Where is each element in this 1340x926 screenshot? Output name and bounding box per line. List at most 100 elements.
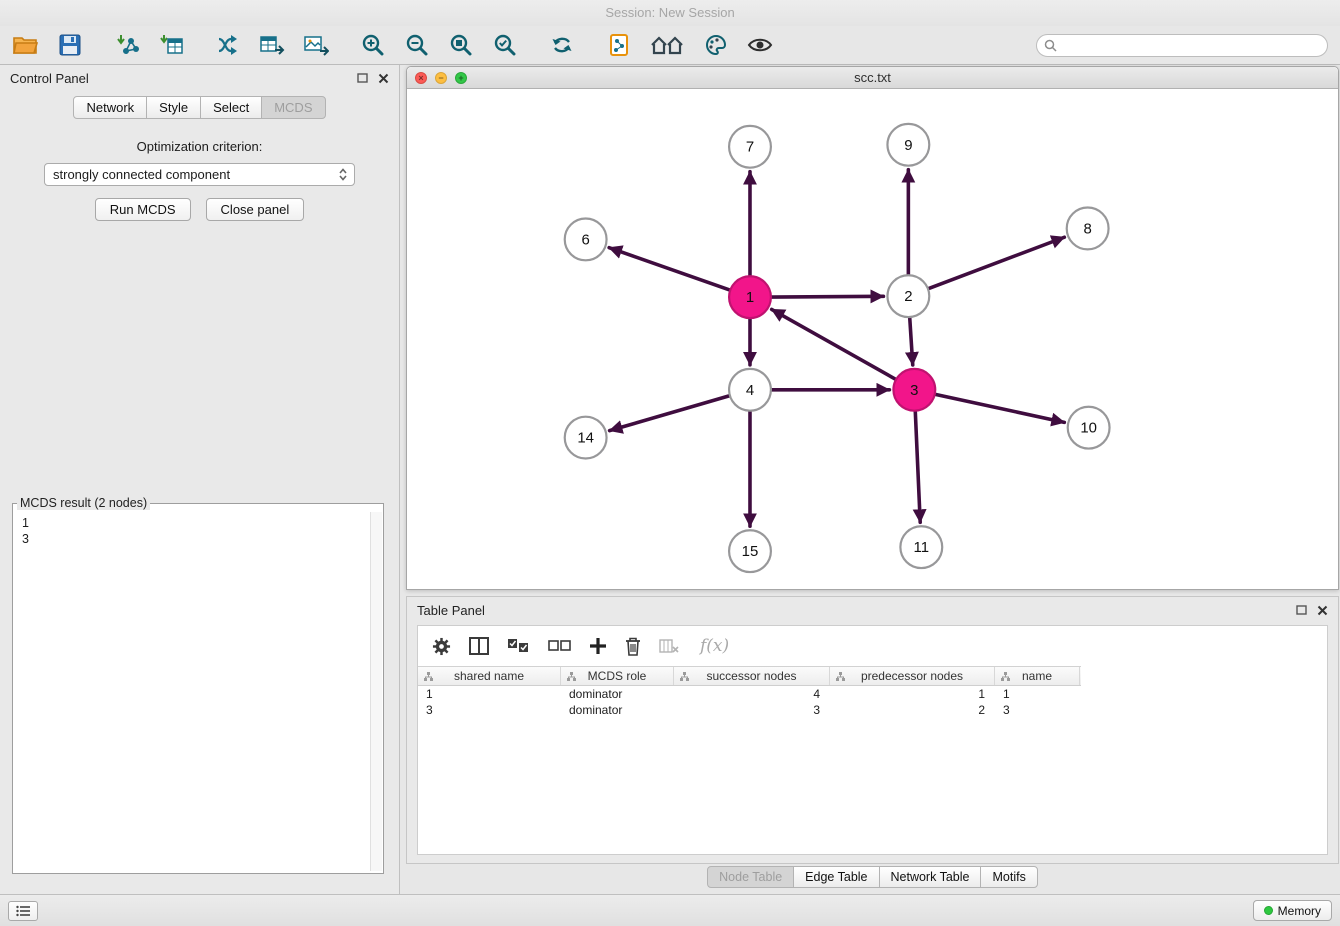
column-header-name[interactable]: name bbox=[995, 667, 1080, 685]
import-network-icon[interactable] bbox=[113, 32, 140, 58]
export-image-icon[interactable] bbox=[302, 32, 329, 58]
graph-node-9[interactable]: 9 bbox=[887, 124, 929, 166]
zoom-in-icon[interactable] bbox=[359, 32, 386, 58]
search-field[interactable] bbox=[1036, 34, 1328, 57]
cell-name: 1 bbox=[995, 686, 1080, 702]
import-table-icon[interactable] bbox=[157, 32, 184, 58]
graph-node-15[interactable]: 15 bbox=[729, 530, 771, 572]
graph-edge-1-6[interactable] bbox=[609, 248, 730, 291]
columns-icon[interactable] bbox=[469, 637, 489, 655]
eye-icon[interactable] bbox=[746, 32, 773, 58]
svg-text:8: 8 bbox=[1083, 220, 1091, 237]
float-table-panel-icon[interactable] bbox=[1296, 605, 1307, 615]
gear-icon[interactable] bbox=[432, 637, 451, 656]
graph-node-1[interactable]: 1 bbox=[729, 276, 771, 318]
tab-node-table[interactable]: Node Table bbox=[707, 866, 794, 888]
graph-node-7[interactable]: 7 bbox=[729, 126, 771, 168]
graph-node-14[interactable]: 14 bbox=[565, 417, 607, 459]
graph-node-4[interactable]: 4 bbox=[729, 369, 771, 411]
graph-edge-3-11[interactable] bbox=[915, 411, 920, 523]
svg-text:9: 9 bbox=[904, 137, 912, 154]
minimize-window-button[interactable]: − bbox=[435, 72, 447, 84]
palette-icon[interactable] bbox=[702, 32, 729, 58]
svg-text:2: 2 bbox=[904, 288, 912, 305]
result-scrollbar[interactable] bbox=[370, 512, 382, 871]
export-table-icon[interactable] bbox=[258, 32, 285, 58]
deselect-all-icon[interactable] bbox=[548, 640, 571, 652]
add-row-icon[interactable] bbox=[589, 637, 607, 655]
memory-button[interactable]: Memory bbox=[1253, 900, 1332, 921]
table-toolbar: f(x) bbox=[418, 626, 1327, 666]
float-panel-icon[interactable] bbox=[357, 73, 368, 83]
houses-icon[interactable] bbox=[649, 32, 685, 58]
svg-text:6: 6 bbox=[581, 231, 589, 248]
node-table-rows: 1dominator4113dominator323 bbox=[418, 686, 1327, 718]
close-table-panel-icon[interactable] bbox=[1317, 605, 1328, 616]
column-header-predecessor-nodes[interactable]: predecessor nodes bbox=[830, 667, 995, 685]
graph-edge-2-3[interactable] bbox=[910, 317, 913, 365]
tab-mcds[interactable]: MCDS bbox=[261, 96, 325, 119]
network-canvas[interactable]: 7 9 6 8 1 2 4 3 14 10 15 11 bbox=[407, 89, 1338, 589]
search-input[interactable] bbox=[1036, 34, 1328, 57]
close-panel-button[interactable]: Close panel bbox=[206, 198, 305, 221]
run-mcds-button[interactable]: Run MCDS bbox=[95, 198, 191, 221]
window-title-bar[interactable]: Session: New Session bbox=[0, 0, 1340, 26]
tab-motifs[interactable]: Motifs bbox=[980, 866, 1037, 888]
criterion-value: strongly connected component bbox=[53, 167, 338, 182]
graph-node-6[interactable]: 6 bbox=[565, 218, 607, 260]
column-header-MCDS-role[interactable]: MCDS role bbox=[561, 667, 674, 685]
tab-style[interactable]: Style bbox=[146, 96, 201, 119]
table-row[interactable]: 3dominator323 bbox=[418, 702, 1327, 718]
criterion-dropdown[interactable]: strongly connected component bbox=[44, 163, 355, 186]
control-panel-header: Control Panel bbox=[0, 65, 399, 91]
svg-text:15: 15 bbox=[742, 543, 759, 560]
graph-edge-3-1[interactable] bbox=[772, 309, 896, 379]
search-icon bbox=[1044, 39, 1057, 52]
close-panel-icon[interactable] bbox=[378, 73, 389, 84]
control-panel-title: Control Panel bbox=[10, 71, 89, 86]
tab-edge-table[interactable]: Edge Table bbox=[793, 866, 879, 888]
tab-select[interactable]: Select bbox=[200, 96, 262, 119]
mcds-result-list[interactable]: 13 bbox=[14, 512, 369, 871]
graph-edge-2-8[interactable] bbox=[928, 237, 1064, 289]
column-header-successor-nodes[interactable]: successor nodes bbox=[674, 667, 830, 685]
graph-node-11[interactable]: 11 bbox=[900, 526, 942, 568]
refresh-icon[interactable] bbox=[548, 32, 575, 58]
cell-predecessor_nodes: 1 bbox=[830, 686, 995, 702]
network-canvas-svg[interactable]: 7 9 6 8 1 2 4 3 14 10 15 11 bbox=[407, 89, 1338, 589]
trash-icon[interactable] bbox=[625, 637, 641, 656]
graph-node-3[interactable]: 3 bbox=[893, 369, 935, 411]
tab-network[interactable]: Network bbox=[73, 96, 147, 119]
graph-node-8[interactable]: 8 bbox=[1067, 208, 1109, 250]
graph-node-10[interactable]: 10 bbox=[1068, 407, 1110, 449]
graph-edge-4-14[interactable] bbox=[610, 396, 730, 431]
zoom-out-icon[interactable] bbox=[403, 32, 430, 58]
network-window-title-bar[interactable]: × − + scc.txt bbox=[407, 67, 1338, 89]
tab-network-table[interactable]: Network Table bbox=[879, 866, 982, 888]
close-window-button[interactable]: × bbox=[415, 72, 427, 84]
column-header-shared-name[interactable]: shared name bbox=[418, 667, 561, 685]
graph-node-2[interactable]: 2 bbox=[887, 275, 929, 317]
cell-shared_name: 3 bbox=[418, 702, 561, 718]
delete-column-icon[interactable] bbox=[659, 639, 680, 653]
mcds-buttons-row: Run MCDS Close panel bbox=[0, 198, 399, 221]
open-session-folder-icon[interactable] bbox=[12, 32, 39, 58]
optimization-criterion-label: Optimization criterion: bbox=[0, 139, 399, 154]
show-panel-list-button[interactable] bbox=[8, 901, 38, 921]
graph-edge-3-10[interactable] bbox=[935, 394, 1065, 422]
save-session-icon[interactable] bbox=[56, 32, 83, 58]
status-bar: Memory bbox=[0, 894, 1340, 926]
select-all-icon[interactable] bbox=[507, 638, 530, 654]
zoom-fit-icon[interactable] bbox=[447, 32, 474, 58]
function-builder-icon[interactable]: f(x) bbox=[700, 636, 729, 656]
window-title: Session: New Session bbox=[605, 5, 734, 20]
memory-indicator-icon bbox=[1264, 906, 1273, 915]
main-toolbar bbox=[0, 26, 1340, 65]
graph-edge-1-2[interactable] bbox=[771, 296, 884, 297]
zoom-selected-icon[interactable] bbox=[491, 32, 518, 58]
svg-text:7: 7 bbox=[746, 139, 754, 156]
table-row[interactable]: 1dominator411 bbox=[418, 686, 1327, 702]
network-document-icon[interactable] bbox=[605, 32, 632, 58]
zoom-window-button[interactable]: + bbox=[455, 72, 467, 84]
export-network-icon[interactable] bbox=[214, 32, 241, 58]
